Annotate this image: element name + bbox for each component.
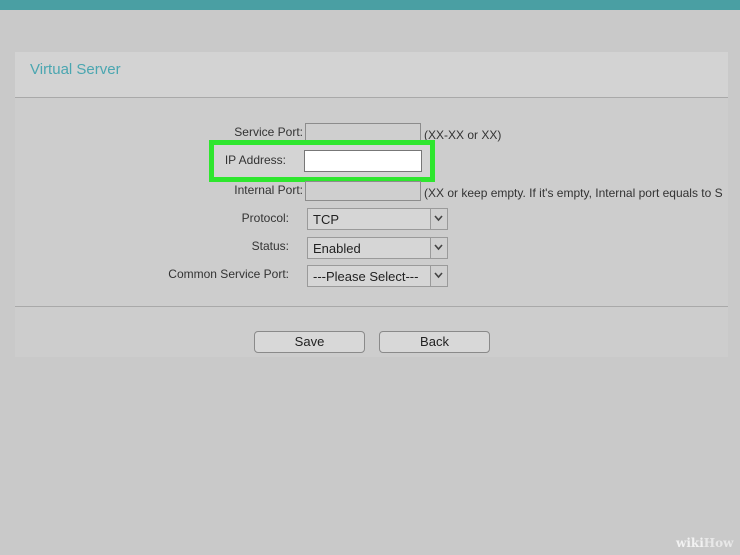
header-divider	[15, 97, 728, 98]
chevron-down-icon[interactable]	[430, 209, 447, 229]
common-service-port-label: Common Service Port:	[168, 267, 289, 281]
service-port-hint: (XX-XX or XX)	[424, 128, 502, 142]
back-button[interactable]: Back	[379, 331, 490, 353]
common-service-port-value: ---Please Select---	[313, 269, 419, 284]
protocol-label: Protocol:	[241, 211, 289, 225]
virtual-server-panel: Virtual Server	[15, 52, 728, 357]
internal-port-label: Internal Port:	[234, 183, 303, 197]
wikihow-watermark: wikiHow	[676, 536, 733, 550]
watermark-how: How	[703, 536, 734, 550]
ip-address-input[interactable]	[304, 150, 422, 172]
footer-divider	[15, 306, 728, 307]
status-value: Enabled	[313, 241, 361, 256]
chevron-down-icon[interactable]	[430, 238, 447, 258]
protocol-select[interactable]: TCP	[307, 208, 448, 230]
service-port-label: Service Port:	[234, 125, 303, 139]
save-button[interactable]: Save	[254, 331, 365, 353]
page-title: Virtual Server	[30, 61, 121, 78]
status-label: Status:	[251, 239, 289, 253]
ip-address-label: IP Address:	[224, 153, 286, 167]
chevron-down-icon[interactable]	[430, 266, 447, 286]
internal-port-hint: (XX or keep empty. If it's empty, Intern…	[424, 186, 723, 200]
common-service-port-select[interactable]: ---Please Select---	[307, 265, 448, 287]
internal-port-input[interactable]	[305, 181, 421, 201]
status-select[interactable]: Enabled	[307, 237, 448, 259]
panel-header: Virtual Server	[15, 52, 728, 97]
watermark-wiki: wiki	[676, 536, 704, 550]
protocol-value: TCP	[313, 212, 339, 227]
top-bar	[0, 0, 740, 10]
